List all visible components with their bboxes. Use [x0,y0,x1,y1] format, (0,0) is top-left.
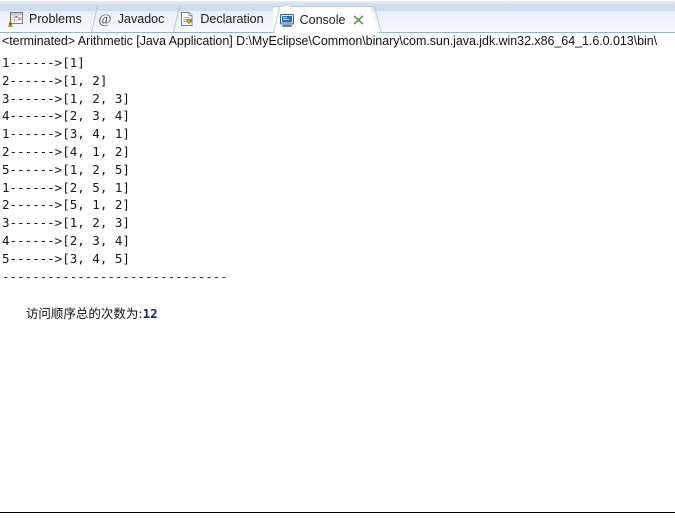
summary-count: 12 [142,306,158,322]
console-line: 4------>[2, 3, 4] [2,232,130,248]
console-view: Problems @ Javadoc Declaration Console <… [0,0,675,525]
view-bottom-border [0,512,675,513]
tab-label: Problems [29,11,82,26]
view-tab-bar: Problems @ Javadoc Declaration Console [0,0,675,33]
console-line: 4------>[2, 3, 4] [2,108,130,124]
console-output[interactable]: 1------>[1] 2------>[1, 2] 3------>[1, 2… [0,52,675,524]
console-line: 3------>[1, 2, 3] [2,90,130,106]
problems-icon [8,11,24,27]
svg-text:@: @ [98,12,111,27]
console-line: 5------>[1, 2, 5] [2,161,130,177]
console-summary-line: 访问顺序总的次数为:12 [2,285,675,340]
console-line: 1------>[3, 4, 1] [2,126,130,142]
tab-label: Console [299,12,346,27]
console-line: 1------>[2, 5, 1] [2,179,130,195]
tab-problems[interactable]: Problems [2,6,91,32]
tab-console[interactable]: Console [272,6,372,33]
console-line: 2------>[5, 1, 2] [2,197,130,213]
declaration-icon [179,11,195,27]
console-line: 3------>[1, 2, 3] [2,215,130,231]
console-line: 2------>[4, 1, 2] [2,143,130,159]
console-icon [279,12,295,28]
tab-javadoc[interactable]: @ Javadoc [91,6,174,32]
tab-label: Declaration [200,11,264,26]
console-status-line: <terminated> Arithmetic [Java Applicatio… [0,33,675,52]
console-line: 2------>[1, 2] [2,72,108,88]
console-separator-line: ------------------------------ [2,268,228,284]
console-line: 1------>[1] [2,55,85,70]
tab-declaration[interactable]: Declaration [173,6,272,32]
summary-label: 访问顺序总的次数为: [25,306,143,322]
close-icon[interactable] [353,15,364,26]
console-line: 5------>[3, 4, 5] [2,250,130,266]
tab-label: Javadoc [117,11,165,26]
javadoc-icon: @ [97,11,113,27]
